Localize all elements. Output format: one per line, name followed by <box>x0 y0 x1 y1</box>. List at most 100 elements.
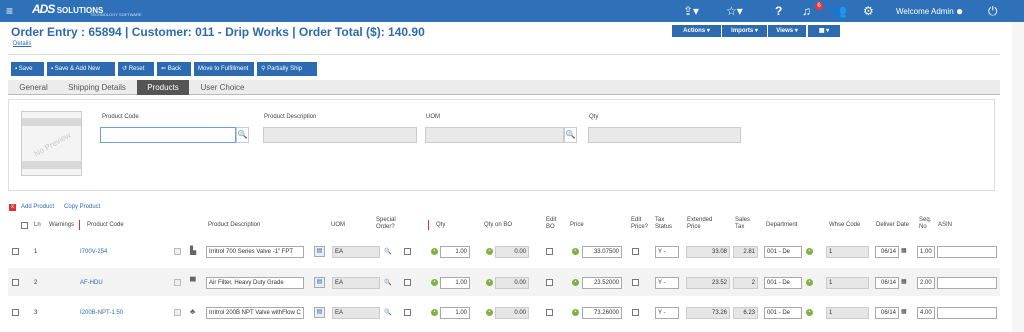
save-add-new-button[interactable]: ▪ Save & Add New <box>47 62 115 76</box>
edit-price-checkbox[interactable] <box>632 309 639 316</box>
note-icon[interactable]: ▤ <box>314 246 325 257</box>
uom-search-icon[interactable]: 🔍 <box>384 279 391 286</box>
row-seq-no[interactable]: 2.00 <box>917 277 935 289</box>
price-status-icon[interactable]: • <box>572 248 579 255</box>
price-status-icon[interactable]: • <box>572 279 579 286</box>
col-special-order[interactable]: Special Order? <box>376 217 404 231</box>
col-extended-price[interactable]: Extended Price <box>687 217 717 231</box>
partially-ship-button[interactable]: ⚲ Partially Ship <box>257 62 317 76</box>
row-deliver-date[interactable]: 06/14 <box>875 246 899 258</box>
row-flag-checkbox[interactable] <box>174 279 181 286</box>
row-deliver-date[interactable]: 06/14 <box>875 277 899 289</box>
price-status-icon[interactable]: • <box>572 309 579 316</box>
col-qty[interactable]: Qty <box>436 222 445 229</box>
row-whse-code[interactable]: 1 <box>826 277 869 289</box>
edit-bo-checkbox[interactable] <box>546 309 553 316</box>
excel-icon[interactable]: x <box>9 204 16 211</box>
row-seq-no[interactable]: 1.00 <box>917 246 935 258</box>
col-edit-price[interactable]: Edit Price? <box>631 217 653 231</box>
edit-price-checkbox[interactable] <box>632 279 639 286</box>
special-order-checkbox[interactable] <box>404 309 411 316</box>
tab-general[interactable]: General <box>10 80 57 95</box>
grid-dropdown[interactable]: ▦ ▾ <box>808 25 840 37</box>
user-circle-icon[interactable]: ● <box>956 4 963 18</box>
row-flag-checkbox[interactable] <box>174 248 181 255</box>
calendar-icon[interactable]: ▦ <box>901 247 907 254</box>
star-icon[interactable]: ☆▾ <box>726 4 743 18</box>
actions-dropdown[interactable]: Actions ▾ <box>672 25 721 37</box>
department-select[interactable]: 001 - De <box>764 246 802 258</box>
power-icon[interactable]: ⏻ <box>988 4 998 19</box>
bo-status-icon[interactable]: • <box>486 248 493 255</box>
row-qty-input[interactable]: 1.00 <box>440 307 470 319</box>
product-code-search-icon[interactable]: 🔍 <box>236 127 249 143</box>
row-checkbox[interactable] <box>12 248 19 255</box>
bell-icon[interactable]: ♫ <box>802 4 811 18</box>
department-status-icon[interactable]: • <box>806 309 813 316</box>
special-order-checkbox[interactable] <box>404 248 411 255</box>
tax-status-select[interactable]: Y - <box>655 246 679 258</box>
row-product-code[interactable]: I200B-NPT-1.50 <box>80 310 123 316</box>
col-price[interactable]: Price <box>570 222 584 229</box>
row-description-input[interactable]: Irritrol 700 Series Valve -1" FPT <box>206 246 304 258</box>
share-icon[interactable]: ⇪▾ <box>683 4 699 18</box>
row-asin-input[interactable] <box>937 246 997 258</box>
row-price-input[interactable]: 73.26000 <box>582 307 622 319</box>
department-select[interactable]: 001 - De <box>764 307 802 319</box>
col-uom[interactable]: UOM <box>331 222 345 229</box>
product-thumbnail-icon[interactable]: ▙ <box>190 246 198 256</box>
row-flag-checkbox[interactable] <box>174 309 181 316</box>
edit-price-checkbox[interactable] <box>632 248 639 255</box>
row-price-input[interactable]: 33.07500 <box>582 246 622 258</box>
product-thumbnail-icon[interactable]: ♣ <box>190 307 198 317</box>
tax-status-select[interactable]: Y - <box>655 307 679 319</box>
col-asin[interactable]: ASIN <box>938 222 952 229</box>
col-product-code[interactable]: Product Code <box>87 222 124 229</box>
row-deliver-date[interactable]: 06/14 <box>875 307 899 319</box>
bo-status-icon[interactable]: • <box>486 309 493 316</box>
row-qty-input[interactable]: 1.00 <box>440 277 470 289</box>
views-dropdown[interactable]: Views ▾ <box>768 25 806 37</box>
qty-status-icon[interactable]: • <box>431 248 438 255</box>
save-button[interactable]: ▪ Save <box>11 62 44 76</box>
row-checkbox[interactable] <box>12 309 19 316</box>
note-icon[interactable]: ▤ <box>314 277 325 288</box>
bo-status-icon[interactable]: • <box>486 279 493 286</box>
col-edit-bo[interactable]: Edit BO <box>546 217 558 231</box>
qty-input[interactable] <box>588 127 741 143</box>
menu-icon[interactable]: ≡ <box>6 4 13 18</box>
product-thumbnail-icon[interactable]: ▀ <box>190 277 198 287</box>
page-scrollbar[interactable] <box>1012 22 1024 332</box>
tax-status-select[interactable]: Y - <box>655 277 679 289</box>
calendar-icon[interactable]: ▦ <box>901 278 907 285</box>
gear-icon[interactable]: ⚙ <box>863 4 874 18</box>
calendar-icon[interactable]: ▦ <box>901 308 907 315</box>
department-status-icon[interactable]: • <box>806 279 813 286</box>
row-whse-code[interactable]: 1 <box>826 246 869 258</box>
users-icon[interactable]: 👥 <box>832 4 847 18</box>
row-product-code[interactable]: I700V-254 <box>80 249 107 255</box>
row-uom-input[interactable]: EA <box>332 277 380 289</box>
edit-bo-checkbox[interactable] <box>546 279 553 286</box>
uom-search-icon[interactable]: 🔍 <box>384 248 391 255</box>
col-tax-status[interactable]: Tax Status <box>655 217 677 231</box>
col-seq-no[interactable]: Seq. No <box>919 217 933 231</box>
row-asin-input[interactable] <box>937 307 997 319</box>
col-sales-tax[interactable]: Sales Tax <box>735 217 755 231</box>
product-code-input[interactable] <box>100 127 236 143</box>
row-checkbox[interactable] <box>12 279 19 286</box>
col-qty-on-bo[interactable]: Qty on BO <box>484 222 512 229</box>
tab-user-choice[interactable]: User Choice <box>189 80 256 95</box>
col-whse-code[interactable]: Whse Code <box>829 222 860 229</box>
special-order-checkbox[interactable] <box>404 279 411 286</box>
welcome-text[interactable]: Welcome Admin <box>896 7 954 16</box>
tab-shipping-details[interactable]: Shipping Details <box>57 80 137 95</box>
imports-dropdown[interactable]: Imports ▾ <box>722 25 767 37</box>
uom-search-icon[interactable]: 🔍 <box>564 127 577 143</box>
tab-products[interactable]: Products <box>137 80 189 95</box>
reset-button[interactable]: ↺ Reset <box>118 62 154 76</box>
col-ln[interactable]: Ln <box>34 222 41 229</box>
move-to-fulfillment-button[interactable]: Move to Fulfillment <box>194 62 254 76</box>
col-deliver-date[interactable]: Deliver Date <box>876 222 909 229</box>
row-seq-no[interactable]: 4.00 <box>917 307 935 319</box>
